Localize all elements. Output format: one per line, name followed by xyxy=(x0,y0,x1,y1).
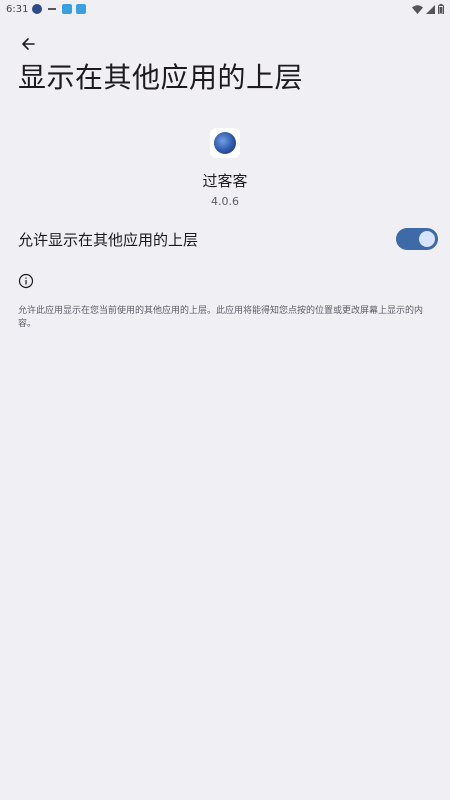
wifi-icon xyxy=(412,4,423,14)
allow-overlay-switch[interactable] xyxy=(396,228,438,250)
status-time: 6:31 xyxy=(6,3,29,15)
info-icon xyxy=(18,273,34,289)
arrow-back-icon xyxy=(22,38,35,50)
notification-app-icon-2 xyxy=(76,4,87,14)
info-description: 允许此应用显示在您当前使用的其他应用的上层。此应用将能得知您点按的位置或更改屏幕… xyxy=(18,306,424,329)
page-title: 显示在其他应用的上层 xyxy=(18,61,304,94)
app-logo xyxy=(214,132,236,154)
allow-overlay-row[interactable]: 允许显示在其他应用的上层 xyxy=(0,222,450,256)
back-button[interactable] xyxy=(14,30,42,58)
app-name: 过客客 xyxy=(202,172,248,190)
battery-icon xyxy=(438,4,444,14)
status-left: 6:31 xyxy=(6,3,87,15)
app-info: 过客客 4.0.6 xyxy=(0,128,450,208)
app-icon xyxy=(210,128,240,158)
switch-thumb xyxy=(419,231,435,247)
status-bar: 6:31 xyxy=(0,0,450,18)
app-notification-icon xyxy=(32,4,43,14)
signal-icon xyxy=(426,4,435,14)
notification-app-icon xyxy=(62,4,73,14)
status-right xyxy=(412,4,444,14)
dash-icon xyxy=(48,8,57,10)
app-version: 4.0.6 xyxy=(211,195,239,208)
allow-overlay-label: 允许显示在其他应用的上层 xyxy=(18,230,199,249)
